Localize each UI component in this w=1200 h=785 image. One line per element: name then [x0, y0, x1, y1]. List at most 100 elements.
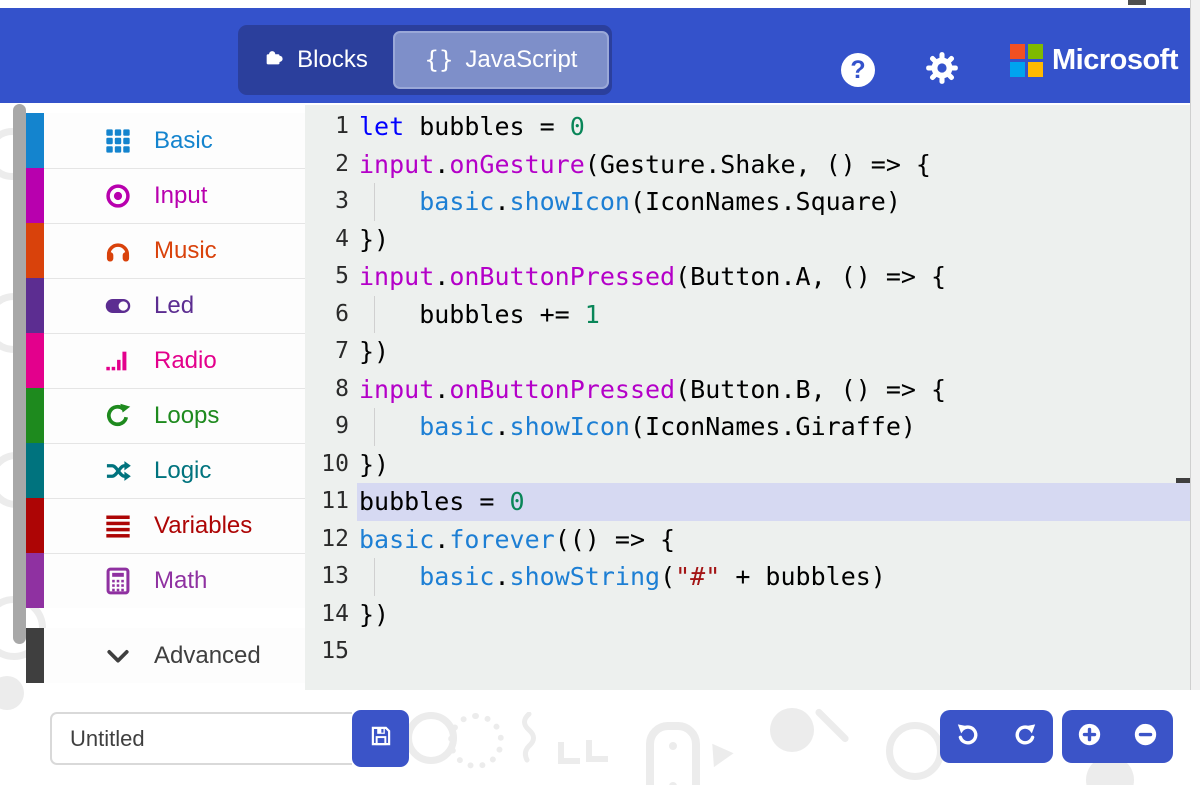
- doodle-shape: [586, 740, 608, 762]
- sidebar-item-label: Math: [154, 567, 208, 594]
- microsoft-wordmark: Microsoft: [1052, 44, 1179, 76]
- sidebar-item-label: Radio: [154, 347, 217, 374]
- line-number: 15: [321, 638, 349, 664]
- zoom-out-button[interactable]: [1122, 710, 1168, 763]
- undo-redo-group: [940, 710, 1053, 763]
- zoom-group: [1062, 710, 1173, 763]
- settings-button[interactable]: [922, 50, 962, 90]
- undo-button[interactable]: [945, 710, 991, 763]
- code-line-14[interactable]: 14}): [305, 596, 1190, 634]
- javascript-view-button[interactable]: {} JavaScript: [393, 31, 609, 89]
- code-line-8[interactable]: 8 input.onButtonPressed(Button.B, () => {: [305, 371, 1190, 409]
- toggle-icon: [104, 292, 132, 320]
- doodle-shape: [886, 722, 944, 780]
- category-color-strip: [26, 628, 44, 683]
- shuffle-icon: [104, 457, 132, 485]
- line-number: 6: [335, 300, 349, 327]
- category-color-strip: [26, 443, 44, 498]
- zoom-in-button[interactable]: [1067, 710, 1113, 763]
- code-line-12[interactable]: 12 basic.forever(() => {: [305, 521, 1190, 559]
- code-line-4[interactable]: 4}): [305, 221, 1190, 259]
- code-text: input.onGesture(Gesture.Shake, () => {: [359, 149, 931, 179]
- help-button[interactable]: ?: [841, 53, 875, 87]
- sidebar-item-basic[interactable]: Basic: [26, 113, 305, 168]
- line-number: 4: [335, 225, 349, 252]
- code-text: basic.showIcon(IconNames.Giraffe): [357, 408, 1190, 446]
- doodle-shape: [702, 736, 734, 768]
- blocks-view-button[interactable]: Blocks: [238, 25, 393, 95]
- line-number: 12: [321, 525, 349, 552]
- line-number: 1: [335, 113, 349, 139]
- doodle-shape: [558, 742, 580, 764]
- sidebar-item-label: Led: [154, 292, 195, 319]
- redo-button[interactable]: [1002, 710, 1048, 763]
- code-line-11[interactable]: 11 bubbles = 0: [305, 483, 1190, 521]
- code-line-15[interactable]: 15: [305, 633, 1190, 671]
- sidebar-item-led[interactable]: Led: [26, 278, 305, 333]
- code-text: let bubbles = 0: [359, 112, 585, 141]
- makecode-editor: Blocks {} JavaScript ? Microsoft Basic I…: [0, 0, 1200, 785]
- code-line-1[interactable]: 1 let bubbles = 0: [305, 108, 1190, 146]
- gear-icon: [923, 49, 961, 92]
- editor-view-toggle: Blocks {} JavaScript: [238, 25, 612, 95]
- line-number: 11: [321, 488, 349, 514]
- sidebar-item-label: Variables: [154, 512, 253, 539]
- repeat-icon: [104, 402, 132, 430]
- sidebar-item-label: Logic: [154, 457, 212, 484]
- line-number: 2: [335, 150, 349, 177]
- code-line-7[interactable]: 7}): [305, 333, 1190, 371]
- sidebar-item-input[interactable]: Input: [26, 168, 305, 223]
- minus-circle-icon: [1132, 721, 1159, 753]
- code-line-3[interactable]: 3 basic.showIcon(IconNames.Square): [305, 183, 1190, 221]
- line-number: 7: [335, 338, 349, 364]
- line-number: 13: [321, 563, 349, 589]
- code-text: }): [359, 337, 390, 366]
- sidebar-item-variables[interactable]: Variables: [26, 498, 305, 553]
- code-line-6[interactable]: 6 bubbles += 1: [305, 295, 1190, 334]
- sidebar-item-radio[interactable]: Radio: [26, 333, 305, 388]
- sidebar-item-label: Input: [154, 182, 208, 209]
- undo-icon: [955, 721, 982, 753]
- browser-artifact: [1128, 0, 1146, 5]
- overview-ruler-mark: [1176, 478, 1190, 483]
- microsoft-squares-icon: [1010, 44, 1043, 77]
- sidebar-item-advanced[interactable]: Advanced: [26, 628, 305, 683]
- code-line-5[interactable]: 5 input.onButtonPressed(Button.A, () => {: [305, 258, 1190, 296]
- code-text: basic.showIcon(IconNames.Square): [357, 183, 1190, 221]
- code-line-2[interactable]: 2 input.onGesture(Gesture.Shake, () => {: [305, 146, 1190, 184]
- sidebar-item-loops[interactable]: Loops: [26, 388, 305, 443]
- code-line-13[interactable]: 13 basic.showString("#" + bubbles): [305, 558, 1190, 596]
- puzzle-icon: [263, 46, 285, 75]
- project-name-input[interactable]: [50, 712, 352, 765]
- sidebar-item-label: Music: [154, 237, 217, 264]
- lines-icon: [104, 512, 132, 540]
- save-button[interactable]: [352, 710, 409, 767]
- line-number: 14: [321, 600, 349, 627]
- app-header: Blocks {} JavaScript ? Microsoft: [0, 8, 1190, 103]
- javascript-label: JavaScript: [465, 46, 578, 73]
- calculator-icon: [104, 567, 132, 595]
- code-text: input.onButtonPressed(Button.A, () => {: [359, 262, 947, 291]
- category-color-strip: [26, 223, 44, 278]
- code-line-10[interactable]: 10}): [305, 446, 1190, 484]
- signal-icon: [104, 347, 132, 375]
- code-line-9[interactable]: 9 basic.showIcon(IconNames.Giraffe): [305, 408, 1190, 446]
- microsoft-logo[interactable]: Microsoft: [1010, 44, 1179, 77]
- blocks-label: Blocks: [297, 46, 368, 73]
- sidebar-item-math[interactable]: Math: [26, 553, 305, 608]
- sidebar-item-logic[interactable]: Logic: [26, 443, 305, 498]
- category-color-strip: [26, 553, 44, 608]
- sidebar-item-label: Loops: [154, 402, 220, 429]
- code-text: bubbles += 1: [357, 295, 1190, 334]
- sidebar-scrollbar[interactable]: [13, 104, 26, 644]
- code-editor[interactable]: 1 let bubbles = 0 2 input.onGesture(Gesture…: [305, 105, 1190, 690]
- category-color-strip: [26, 388, 44, 443]
- line-number: 8: [335, 375, 349, 402]
- target-icon: [104, 182, 132, 210]
- save-icon: [368, 723, 394, 754]
- sidebar-item-music[interactable]: Music: [26, 223, 305, 278]
- doodle-shape: [646, 722, 700, 785]
- chevron-down-icon: [104, 642, 132, 670]
- grid-icon: [104, 127, 132, 155]
- code-text: basic.showString("#" + bubbles): [357, 558, 1190, 596]
